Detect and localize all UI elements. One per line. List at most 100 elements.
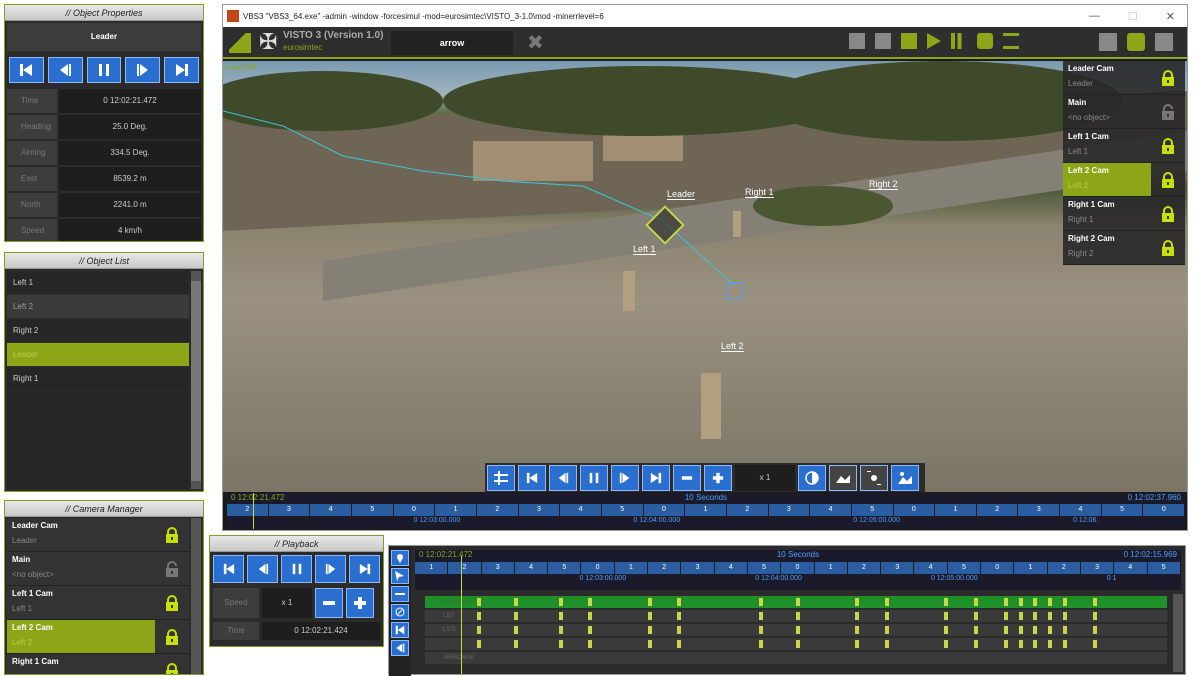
keyframe-marker[interactable] [558,598,563,606]
keyframe-marker[interactable] [974,640,979,648]
main-timeline[interactable]: 0 12:02:21.472 10 Seconds 0 12:02:37.960… [227,493,1185,529]
lock-button[interactable] [1151,197,1185,230]
skip-end-button[interactable] [642,465,670,491]
keyframe-marker[interactable] [944,612,949,620]
keyframe-marker[interactable] [514,640,519,648]
close-icon[interactable]: ✕ [1166,10,1175,23]
keyframe-marker[interactable] [974,612,979,620]
camera-item[interactable]: Main <no object> [7,552,189,586]
track-list[interactable]: LST [425,610,1167,622]
keyframe-marker[interactable] [677,626,682,634]
keyframe-marker[interactable] [1092,640,1097,648]
keyframe-marker[interactable] [855,626,860,634]
keyframe-marker[interactable] [1018,598,1023,606]
keyframe-marker[interactable] [1033,612,1038,620]
keyframe-marker[interactable] [855,598,860,606]
camera-icon[interactable] [1127,33,1145,51]
keyframe-marker[interactable] [885,598,890,606]
image-button[interactable] [891,465,919,491]
keyframe-marker[interactable] [944,640,949,648]
keyframe-marker[interactable] [974,626,979,634]
keyframe-marker[interactable] [588,612,593,620]
settings-icon[interactable] [1003,33,1019,49]
contrast-button[interactable] [798,465,826,491]
keyframe-marker[interactable] [758,626,763,634]
list-item[interactable]: Left 1 [7,271,189,295]
track-position[interactable]: POSITION [425,596,1167,608]
keyframe-marker[interactable] [974,598,979,606]
save-icon[interactable] [849,33,865,49]
keyframe-marker[interactable] [796,640,800,648]
step-forward-button[interactable] [125,57,161,83]
keyframe-marker[interactable] [647,640,652,648]
keyframe-marker[interactable] [1092,598,1097,606]
keyframe-marker[interactable] [1048,612,1053,620]
lock-button[interactable] [155,518,189,551]
track-airborne[interactable]: AIRBORNE [425,652,1167,664]
lock-button[interactable] [1151,95,1185,128]
terrain-button[interactable] [829,465,857,491]
keyframe-marker[interactable] [476,598,481,606]
camera-item[interactable]: Right 1 Cam [7,654,189,674]
skip-start-button[interactable] [391,622,409,638]
keyframe-marker[interactable] [1018,640,1023,648]
keyframe-marker[interactable] [1033,626,1038,634]
skip-end-button[interactable] [164,57,199,83]
camera-icon[interactable] [977,33,993,49]
keyframe-marker[interactable] [476,612,481,620]
skip-start-button[interactable] [518,465,546,491]
keyframe-marker[interactable] [677,598,682,606]
keyframe-marker[interactable] [1003,612,1008,620]
play-icon[interactable] [927,33,941,49]
camera-item[interactable]: Right 2 Cam Right 2 [1063,231,1185,265]
keyframe-marker[interactable] [1018,626,1023,634]
skip-start-button[interactable] [9,57,44,83]
lock-button[interactable] [1151,129,1185,162]
playhead[interactable] [253,493,254,529]
speed-decrease-button[interactable] [673,465,701,491]
keyframe-marker[interactable] [796,598,800,606]
keyframe-marker[interactable] [514,626,519,634]
camera-item-selected[interactable]: Left 2 Cam Left 2 [7,620,189,654]
film-icon[interactable] [875,33,891,49]
camera-item-selected[interactable]: Left 2 Cam Left 2 [1063,163,1185,197]
speed-increase-button[interactable] [346,588,374,618]
list-item-selected[interactable]: Leader [7,343,189,367]
keyframe-marker[interactable] [855,640,860,648]
keyframe-marker[interactable] [1018,612,1023,620]
keyframe-marker[interactable] [588,598,593,606]
close-tool-icon[interactable]: ✖ [527,31,544,55]
step-forward-button[interactable] [315,555,346,583]
camera-item[interactable]: Right 1 Cam Right 1 [1063,197,1185,231]
keyframe-marker[interactable] [758,612,763,620]
lock-button[interactable] [1151,61,1185,94]
camera-item[interactable]: Leader Cam Leader [7,518,189,552]
keyframe-marker[interactable] [1063,612,1068,620]
camera-item[interactable]: Left 1 Cam Left 1 [7,586,189,620]
lock-button[interactable] [155,620,189,653]
scrollbar[interactable] [191,518,201,674]
keyframe-marker[interactable] [1048,626,1053,634]
playhead[interactable] [461,556,462,674]
step-back-button[interactable] [47,57,83,83]
keyframe-marker[interactable] [1063,626,1068,634]
keyframe-marker[interactable] [647,598,652,606]
minimize-icon[interactable]: — [1089,10,1100,23]
list-item[interactable]: Right 2 [7,319,189,343]
step-forward-button[interactable] [611,465,639,491]
speed-decrease-button[interactable] [315,588,343,618]
waypoint-icon[interactable] [727,283,743,299]
keyframe-marker[interactable] [588,626,593,634]
keyframe-marker[interactable] [796,626,800,634]
path-button[interactable] [391,586,409,602]
pause-button[interactable] [281,555,312,583]
save-icon[interactable] [1155,33,1173,51]
keyframe-marker[interactable] [558,612,563,620]
track-list[interactable] [425,638,1167,650]
step-back-button[interactable] [247,555,278,583]
keyframe-marker[interactable] [1092,612,1097,620]
keyframe-marker[interactable] [1033,598,1038,606]
keyframe-marker[interactable] [558,640,563,648]
pause-button[interactable] [580,465,608,491]
keyframe-marker[interactable] [476,626,481,634]
